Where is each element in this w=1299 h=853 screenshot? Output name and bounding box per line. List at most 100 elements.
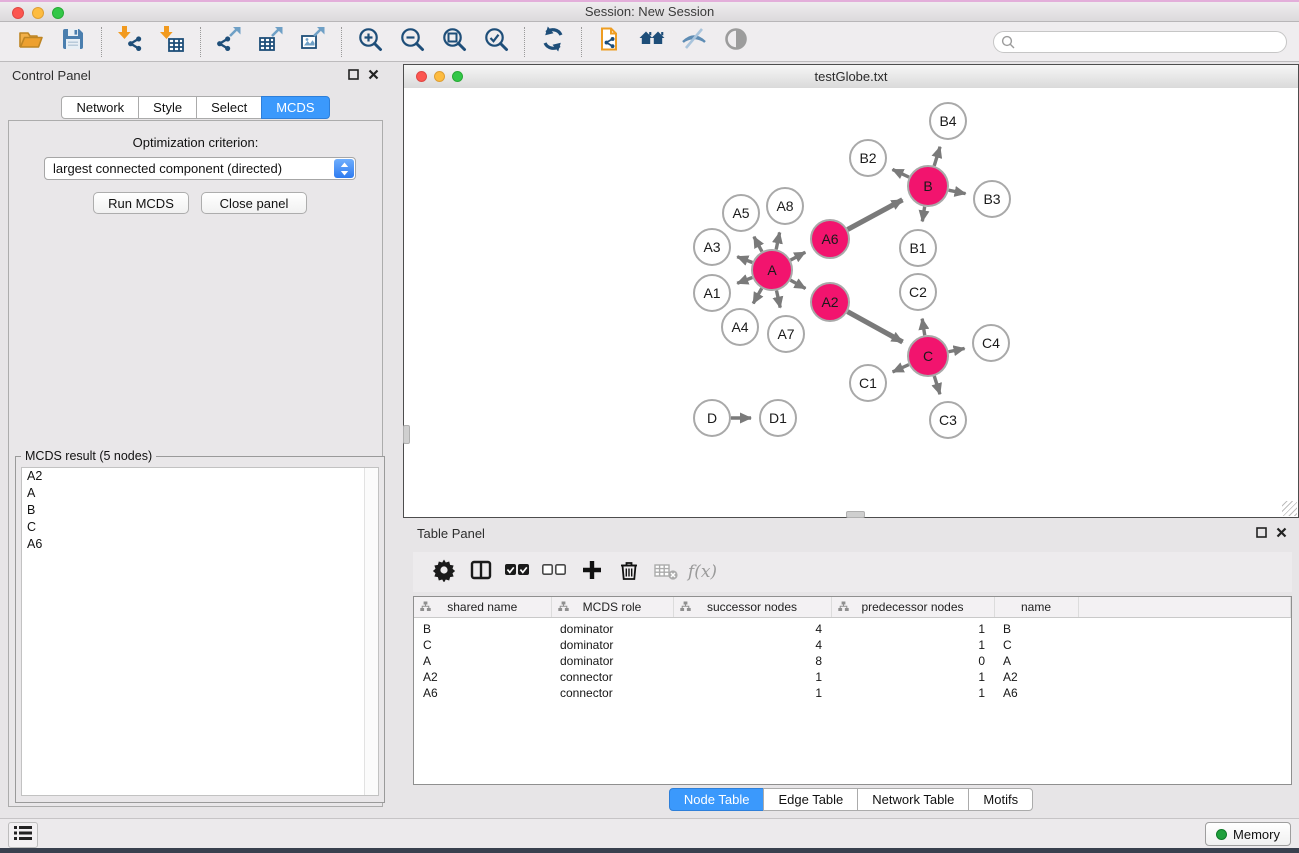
tab-motifs[interactable]: Motifs (968, 788, 1033, 811)
graph-node-B1[interactable]: B1 (900, 230, 936, 266)
column-header-name[interactable]: name (994, 597, 1078, 618)
search-input[interactable] (993, 31, 1287, 53)
graph-node-A7[interactable]: A7 (768, 316, 804, 352)
show-columns-button[interactable] (462, 556, 499, 588)
table-cell[interactable]: 1 (831, 669, 994, 685)
table-row[interactable]: A2connector11A2 (414, 669, 1291, 685)
column-header-mcds-role[interactable]: MCDS role (551, 597, 673, 618)
tab-node-table[interactable]: Node Table (669, 788, 765, 811)
panel-splitter-handle-vertical[interactable] (403, 425, 410, 444)
table-cell[interactable]: A2 (414, 669, 551, 685)
close-panel-icon[interactable] (368, 68, 379, 83)
graph-node-A6[interactable]: A6 (811, 220, 849, 258)
graph-edge-A6-B[interactable] (848, 200, 903, 230)
column-header-predecessor-nodes[interactable]: predecessor nodes (831, 597, 994, 618)
unselect-all-columns-button[interactable] (536, 556, 573, 588)
table-row[interactable]: Cdominator41C (414, 637, 1291, 653)
graph-node-A[interactable]: A (752, 250, 792, 290)
graph-edge-B-B1[interactable] (922, 207, 924, 222)
create-new-column-button[interactable] (573, 556, 610, 588)
table-row[interactable]: Adominator80A (414, 653, 1291, 669)
graph-edge-A-A1[interactable] (737, 278, 752, 284)
table-cell[interactable]: 0 (831, 653, 994, 669)
table-cell[interactable]: B (414, 618, 551, 638)
graph-node-A3[interactable]: A3 (694, 229, 730, 265)
graph-edge-B-B3[interactable] (949, 190, 966, 193)
graph-node-C3[interactable]: C3 (930, 402, 966, 438)
tab-select[interactable]: Select (196, 96, 262, 119)
table-cell[interactable]: A6 (414, 685, 551, 701)
graph-node-C[interactable]: C (908, 336, 948, 376)
table-row[interactable]: A6connector11A6 (414, 685, 1291, 701)
criterion-dropdown[interactable]: largest connected component (directed) (44, 157, 356, 180)
table-cell[interactable]: A (414, 653, 551, 669)
tab-edge-table[interactable]: Edge Table (763, 788, 858, 811)
graph-edge-B-B4[interactable] (934, 147, 940, 166)
close-panel-button[interactable]: Close panel (201, 192, 307, 214)
network-minimize-button[interactable] (434, 71, 445, 82)
graph-node-C2[interactable]: C2 (900, 274, 936, 310)
network-canvas[interactable]: B4B2BB3B1A5A8A6A3AA1A2C2A4A7CC4C1C3DD1 (404, 88, 1298, 517)
graph-node-B2[interactable]: B2 (850, 140, 886, 176)
window-resize-grip[interactable] (1282, 501, 1297, 516)
toggle-detail-button[interactable] (715, 25, 757, 59)
graph-node-A8[interactable]: A8 (767, 188, 803, 224)
column-header-successor-nodes[interactable]: successor nodes (673, 597, 831, 618)
tab-mcds[interactable]: MCDS (261, 96, 329, 119)
table-cell[interactable]: 4 (673, 637, 831, 653)
graph-edge-A-A8[interactable] (776, 232, 779, 249)
hide-selected-button[interactable] (673, 25, 715, 59)
graph-edge-C-C2[interactable] (922, 319, 925, 336)
import-table-button[interactable] (151, 25, 193, 59)
graph-edge-A-A7[interactable] (776, 291, 780, 308)
graph-edge-A-A2[interactable] (790, 280, 805, 288)
graph-edge-C-C1[interactable] (893, 365, 909, 372)
table-cell[interactable]: C (414, 637, 551, 653)
graph-edge-A-A4[interactable] (753, 288, 762, 303)
result-item[interactable]: A (22, 485, 378, 502)
task-history-button[interactable] (8, 822, 38, 848)
graph-node-A5[interactable]: A5 (723, 195, 759, 231)
tab-network-table[interactable]: Network Table (857, 788, 969, 811)
table-cell[interactable]: 4 (673, 618, 831, 638)
export-network-button[interactable] (208, 25, 250, 59)
graph-node-B3[interactable]: B3 (974, 181, 1010, 217)
float-table-panel-icon[interactable] (1256, 526, 1267, 541)
import-network-button[interactable] (109, 25, 151, 59)
result-scrollbar[interactable] (364, 468, 378, 795)
graph-edge-C-C4[interactable] (949, 348, 965, 351)
table-cell[interactable]: 1 (831, 637, 994, 653)
result-item[interactable]: C (22, 519, 378, 536)
tab-style[interactable]: Style (138, 96, 197, 119)
graph-edge-A2-C[interactable] (848, 312, 903, 342)
close-window-button[interactable] (12, 7, 24, 19)
result-item[interactable]: A2 (22, 468, 378, 485)
show-all-nodes-edges-button[interactable] (631, 25, 673, 59)
table-cell[interactable]: dominator (551, 618, 673, 638)
network-close-button[interactable] (416, 71, 427, 82)
table-cell[interactable]: 1 (673, 685, 831, 701)
export-table-button[interactable] (250, 25, 292, 59)
graph-node-C4[interactable]: C4 (973, 325, 1009, 361)
graph-edge-A-A6[interactable] (791, 252, 806, 260)
table-cell[interactable]: 1 (831, 618, 994, 638)
change-table-mode-button[interactable] (425, 556, 462, 588)
network-from-selection-button[interactable] (589, 25, 631, 59)
zoom-in-button[interactable] (349, 25, 391, 59)
open-session-button[interactable] (10, 25, 52, 59)
graph-edge-C-C3[interactable] (934, 376, 940, 394)
table-cell[interactable]: connector (551, 669, 673, 685)
run-mcds-button[interactable]: Run MCDS (93, 192, 189, 214)
graph-node-D[interactable]: D (694, 400, 730, 436)
graph-node-A4[interactable]: A4 (722, 309, 758, 345)
zoom-window-button[interactable] (52, 7, 64, 19)
float-panel-icon[interactable] (348, 68, 359, 83)
apply-layout-button[interactable] (532, 25, 574, 59)
zoom-out-button[interactable] (391, 25, 433, 59)
delete-columns-button[interactable] (610, 556, 647, 588)
table-cell[interactable]: dominator (551, 637, 673, 653)
panel-splitter-handle-horizontal[interactable] (846, 511, 865, 518)
graph-edge-A-A3[interactable] (737, 257, 752, 263)
table-row[interactable]: Bdominator41B (414, 618, 1291, 638)
graph-node-C1[interactable]: C1 (850, 365, 886, 401)
